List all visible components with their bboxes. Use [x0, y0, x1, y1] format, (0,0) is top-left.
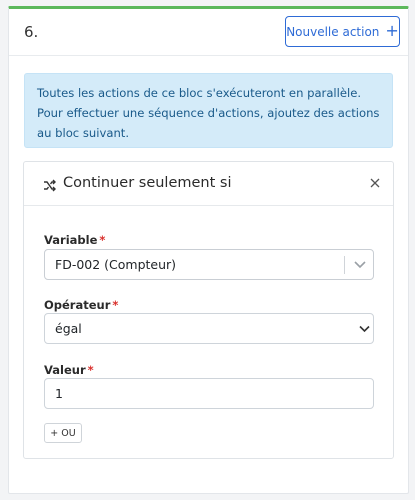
value-label: Valeur * [44, 363, 94, 377]
required-star: * [112, 298, 119, 312]
required-star: * [87, 363, 94, 377]
variable-select[interactable]: FD-002 (Compteur) [44, 249, 374, 280]
new-action-label: Nouvelle action [286, 24, 380, 39]
chevron-down-icon [359, 325, 370, 333]
required-star: * [99, 233, 106, 247]
value-label-text: Valeur [44, 363, 86, 377]
new-action-button[interactable]: Nouvelle action + [285, 16, 400, 47]
variable-label-text: Variable [44, 233, 98, 247]
step-number: 6. [24, 23, 39, 41]
value-input[interactable] [44, 378, 374, 409]
operator-select-value: égal [55, 321, 82, 336]
condition-card: Continuer seulement si Variable * FD-002 … [23, 161, 394, 459]
close-icon[interactable] [368, 176, 382, 190]
condition-card-title: Continuer seulement si [63, 175, 232, 191]
shuffle-icon [44, 179, 56, 192]
block-header: 6. Nouvelle action + [9, 9, 408, 56]
operator-label-text: Opérateur [44, 298, 111, 312]
condition-card-header: Continuer seulement si [24, 162, 393, 206]
add-or-button[interactable]: + OU [44, 423, 82, 443]
chevron-down-icon[interactable] [353, 260, 367, 270]
variable-label: Variable * [44, 233, 105, 247]
plus-icon: + [385, 21, 399, 40]
variable-select-value: FD-002 (Compteur) [55, 257, 177, 272]
action-block: 6. Nouvelle action + Toutes les actions … [8, 6, 409, 494]
select-separator [344, 256, 345, 274]
parallel-info-alert: Toutes les actions de ce bloc s'exécuter… [24, 73, 393, 148]
operator-select[interactable]: égal [44, 313, 374, 344]
operator-label: Opérateur * [44, 298, 118, 312]
